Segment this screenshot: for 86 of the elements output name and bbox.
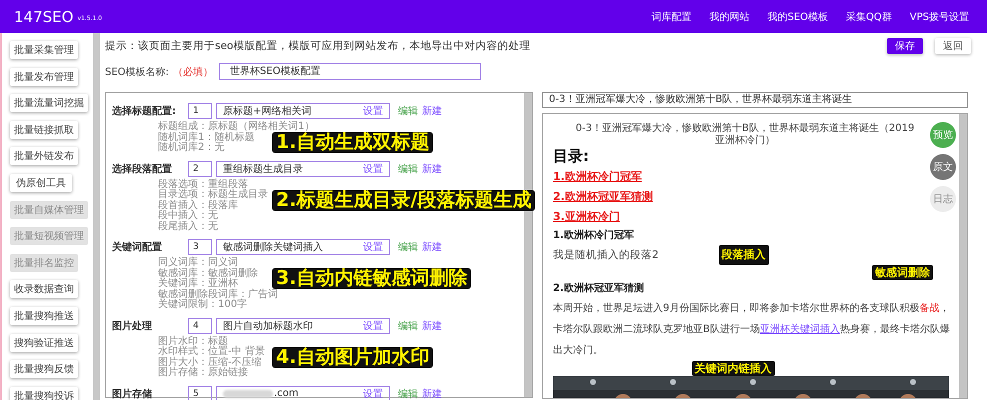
detail-text: 图片水印：标题: [158, 336, 228, 346]
detail-text: 段首插入：段落库: [158, 200, 238, 210]
sidebar-button[interactable]: 批量搜狗推送: [10, 306, 78, 325]
detail-text: 图片大小：压缩-不压缩: [158, 358, 262, 368]
set-link[interactable]: 设置: [363, 318, 383, 332]
detail-text: 随机词库1：随机标题: [158, 132, 254, 142]
new-link[interactable]: 新建: [422, 240, 442, 254]
title-field[interactable]: 0-3！亚洲冠军爆大冷，惨败欧洲第十B队，世界杯最弱东道主将诞生: [542, 92, 968, 108]
set-link[interactable]: 设置: [363, 162, 383, 176]
toc-link[interactable]: 2.欧洲杯冠亚军猜测: [553, 190, 653, 203]
set-link[interactable]: 设置: [363, 240, 383, 254]
sidebar-button[interactable]: 批量外链发布: [10, 147, 78, 166]
number-field[interactable]: 3: [188, 239, 212, 255]
detail-text: 敏感词删除段词库：广告词: [158, 290, 278, 300]
paragraph: 本周开始，世界足坛进入9月份国际比赛日，即将参加卡塔尔世界杯的各支球队积极备战，卡塔尔队跟欧洲二流球队克罗地亚B队进行一场亚洲杯关键词插入热身赛，最终卡塔尔队爆出大冷门。: [553, 302, 951, 358]
sidebar-button[interactable]: 批量采集管理: [10, 41, 78, 59]
nav-link[interactable]: 我的网站: [709, 10, 750, 24]
sidebar-button[interactable]: 伪原创工具: [10, 174, 72, 192]
nav-link[interactable]: 采集QQ群: [846, 10, 892, 24]
detail-text: 段尾插入：无: [158, 222, 218, 232]
callout-text: 4.自动图片加水印: [272, 346, 434, 368]
toc-heading: 目录:: [553, 147, 589, 166]
nav-link[interactable]: 词库配置: [651, 10, 692, 24]
callout-text: 1.自动生成双标题: [272, 132, 434, 153]
number-field[interactable]: 4: [188, 318, 212, 334]
detail-text: 段中插入：无: [158, 211, 218, 221]
number-field[interactable]: 2: [188, 160, 212, 176]
callout-text: 关键词内链插入: [692, 360, 774, 376]
new-link[interactable]: 新建: [422, 104, 442, 118]
scrollbar[interactable]: [93, 33, 100, 400]
config-label: 图片存储: [112, 388, 153, 400]
new-link[interactable]: 新建: [422, 386, 442, 400]
keyword-link[interactable]: 亚洲杯关键词插入: [760, 324, 840, 335]
input-field[interactable]: 世界杯SEO模板配置: [218, 63, 481, 80]
new-link[interactable]: 新建: [422, 318, 442, 332]
detail-text: 图片存储：原始链接: [158, 368, 248, 378]
sidebar-button[interactable]: 搜狗验证推送: [10, 334, 78, 352]
callout-text: 3.自动内链敏感词删除: [272, 268, 472, 289]
callout-text: 2.标题生成目录/段落标题生成: [272, 190, 536, 210]
section-heading: 2.欧洲杯冠亚军猜测: [553, 282, 644, 296]
detail-text: 标题组成：原标题（网络相关词1）: [158, 122, 314, 132]
sidebar-button[interactable]: 批量链接抓取: [10, 120, 78, 139]
new-link[interactable]: 新建: [422, 162, 442, 176]
back-button[interactable]: 返回: [935, 38, 971, 54]
config-label: 图片处理: [112, 320, 153, 332]
detail-text: 目录选项：标题生成目录: [158, 190, 268, 200]
nav-link[interactable]: VPS拨号设置: [910, 10, 969, 24]
set-link[interactable]: 设置: [363, 386, 383, 400]
config-select[interactable]: .com 设置: [216, 386, 390, 400]
sidebar-button[interactable]: 批量发布管理: [10, 68, 78, 86]
required-label: （必填）: [172, 66, 213, 78]
sidebar-button[interactable]: 收录数据查询: [10, 280, 78, 298]
config-select[interactable]: 原标题+网络相关词 设置: [216, 103, 390, 119]
sidebar-button[interactable]: 批量流量词挖掘: [10, 94, 88, 112]
number-field[interactable]: 1: [188, 103, 212, 119]
paragraph-text: 我是随机插入的段落2: [553, 248, 659, 263]
toc-link[interactable]: 1.欧洲杯冷门冠军: [553, 170, 642, 183]
detail-text: 水印样式：位置-中 背景: [158, 347, 265, 357]
toc-link[interactable]: 3.亚洲杯冷门: [553, 210, 620, 223]
set-link[interactable]: 设置: [363, 104, 383, 118]
field-label: SEO模板名称:: [105, 66, 169, 78]
config-label: 选择段落配置: [112, 162, 173, 176]
detail-text: 敏感词库：敏感词删除: [158, 268, 258, 278]
nav-link[interactable]: 我的SEO模板: [767, 10, 828, 24]
callout-text: 段落插入: [718, 245, 769, 265]
detail-text: 关键词限制：100字: [158, 300, 248, 310]
section-heading: 1.欧洲杯冷门冠军: [553, 228, 634, 243]
config-select[interactable]: 敏感词删除关键词插入 设置: [216, 239, 390, 255]
detail-text: 同义词库：同义词: [158, 258, 238, 268]
hint-text: 提示：该页面主要用于seo模版配置，模版可应用到网站发布，本地导出中对内容的处理: [105, 38, 530, 52]
sidebar-button[interactable]: 批量搜狗反馈: [10, 360, 78, 378]
original-button[interactable]: 原文: [930, 154, 956, 180]
logo-text: 147SEO: [14, 8, 74, 26]
config-select[interactable]: 图片自动加标题水印 设置: [216, 318, 390, 334]
sidebar-button[interactable]: 批量搜狗投诉: [10, 386, 78, 400]
article-title: 0-3！亚洲冠军爆大冷，惨败欧洲第十B队，世界杯最弱东道主将诞生（2019亚洲杯冷门）: [574, 123, 916, 147]
save-button[interactable]: 保存: [887, 38, 923, 54]
scrollbar[interactable]: [959, 114, 967, 398]
callout-text: 敏感词删除: [872, 264, 933, 280]
detail-text: 段落选项：重组段落: [158, 180, 248, 190]
config-label: 关键词配置: [112, 240, 163, 254]
config-select[interactable]: 重组标题生成目录 设置: [216, 160, 390, 176]
number-field[interactable]: 5: [188, 386, 212, 400]
detail-text: 随机词库2：无: [158, 143, 224, 154]
detail-text: 关键词库：亚洲杯: [158, 279, 238, 289]
config-label: 选择标题配置:: [112, 104, 177, 118]
